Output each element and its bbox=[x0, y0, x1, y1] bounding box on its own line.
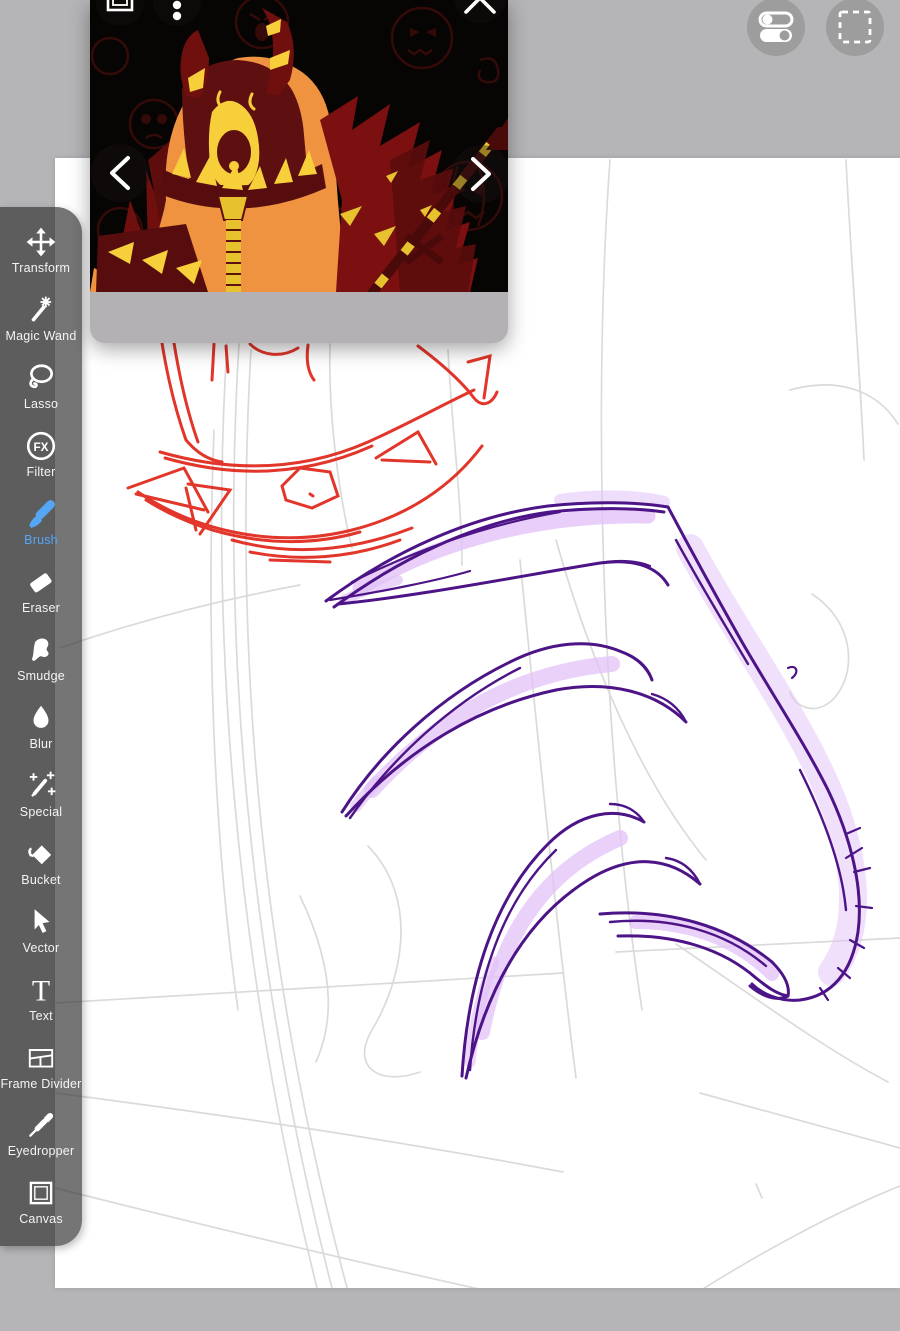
tool-label: Brush bbox=[24, 533, 58, 548]
prev-image-button[interactable] bbox=[91, 144, 149, 202]
text-icon: T bbox=[32, 974, 50, 1005]
sparkle-pen-icon bbox=[29, 771, 56, 797]
sidebar-item-smudge[interactable]: Smudge bbox=[0, 634, 82, 683]
tool-label: Special bbox=[19, 804, 63, 819]
dashed-square-icon bbox=[838, 10, 872, 44]
reference-artwork bbox=[90, 0, 508, 292]
svg-text:T: T bbox=[32, 974, 50, 1005]
sidebar-item-special[interactable]: Special bbox=[0, 770, 82, 819]
tool-label: Vector bbox=[22, 940, 60, 955]
sidebar-item-canvas[interactable]: Canvas bbox=[0, 1177, 82, 1226]
reference-image bbox=[90, 0, 508, 292]
sidebar-item-brush[interactable]: Brush bbox=[0, 498, 82, 547]
next-image-button[interactable] bbox=[452, 145, 508, 203]
frame-divider-icon bbox=[28, 1048, 54, 1068]
tool-label: Frame Divider bbox=[0, 1076, 82, 1091]
move-arrows-icon bbox=[26, 228, 56, 257]
cursor-arrow-icon bbox=[34, 908, 50, 933]
tool-label: Text bbox=[29, 1008, 53, 1023]
tool-label: Bucket bbox=[21, 872, 61, 887]
canvas-square-icon bbox=[29, 1182, 53, 1205]
tool-label: Transform bbox=[11, 261, 71, 276]
tool-label: Filter bbox=[26, 465, 56, 480]
sidebar-item-transform[interactable]: Transform bbox=[0, 226, 82, 275]
sidebar-item-filter[interactable]: FX Filter bbox=[0, 430, 82, 479]
tool-label: Magic Wand bbox=[5, 329, 77, 344]
sidebar-item-vector[interactable]: Vector bbox=[0, 906, 82, 955]
reference-image-panel[interactable] bbox=[90, 0, 508, 343]
tool-label: Blur bbox=[29, 736, 53, 751]
selection-tool-button[interactable] bbox=[826, 0, 884, 56]
fullscreen-button[interactable] bbox=[96, 0, 144, 26]
panel-close-button[interactable] bbox=[453, 0, 505, 26]
lasso-icon bbox=[29, 364, 53, 389]
smudge-finger-icon bbox=[32, 638, 49, 661]
sidebar-item-bucket[interactable]: Bucket bbox=[0, 838, 82, 887]
toggle-switches-icon bbox=[758, 11, 794, 42]
sidebar-item-text[interactable]: T Text bbox=[0, 974, 82, 1023]
brush-icon bbox=[29, 500, 55, 529]
eyedropper-icon bbox=[29, 1113, 54, 1138]
sidebar-item-frame-divider[interactable]: Frame Divider bbox=[0, 1042, 82, 1091]
eraser-icon bbox=[30, 573, 52, 593]
tool-label: Lasso bbox=[23, 397, 59, 412]
tool-label: Canvas bbox=[19, 1212, 63, 1227]
tool-label: Eyedropper bbox=[7, 1144, 75, 1159]
fx-circle-icon: FX bbox=[26, 432, 56, 461]
panel-menu-button[interactable] bbox=[153, 0, 201, 26]
sidebar-item-eyedropper[interactable]: Eyedropper bbox=[0, 1109, 82, 1158]
water-drop-icon bbox=[33, 705, 49, 728]
tool-label: Eraser bbox=[21, 601, 61, 616]
svg-text:FX: FX bbox=[34, 441, 49, 454]
app-root: Transform Magic Wand Lasso FX Filter Bru… bbox=[0, 0, 900, 1331]
magic-wand-icon bbox=[31, 297, 52, 322]
sidebar-item-lasso[interactable]: Lasso bbox=[0, 362, 82, 411]
paint-bucket-icon bbox=[28, 845, 52, 865]
layer-toggles-button[interactable] bbox=[747, 0, 805, 56]
tool-sidebar: Transform Magic Wand Lasso FX Filter Bru… bbox=[0, 207, 82, 1246]
panel-drag-handle[interactable] bbox=[90, 292, 508, 343]
sidebar-item-magic-wand[interactable]: Magic Wand bbox=[0, 294, 82, 343]
tool-label: Smudge bbox=[17, 668, 65, 683]
sidebar-item-eraser[interactable]: Eraser bbox=[0, 566, 82, 615]
sidebar-item-blur[interactable]: Blur bbox=[0, 702, 82, 751]
